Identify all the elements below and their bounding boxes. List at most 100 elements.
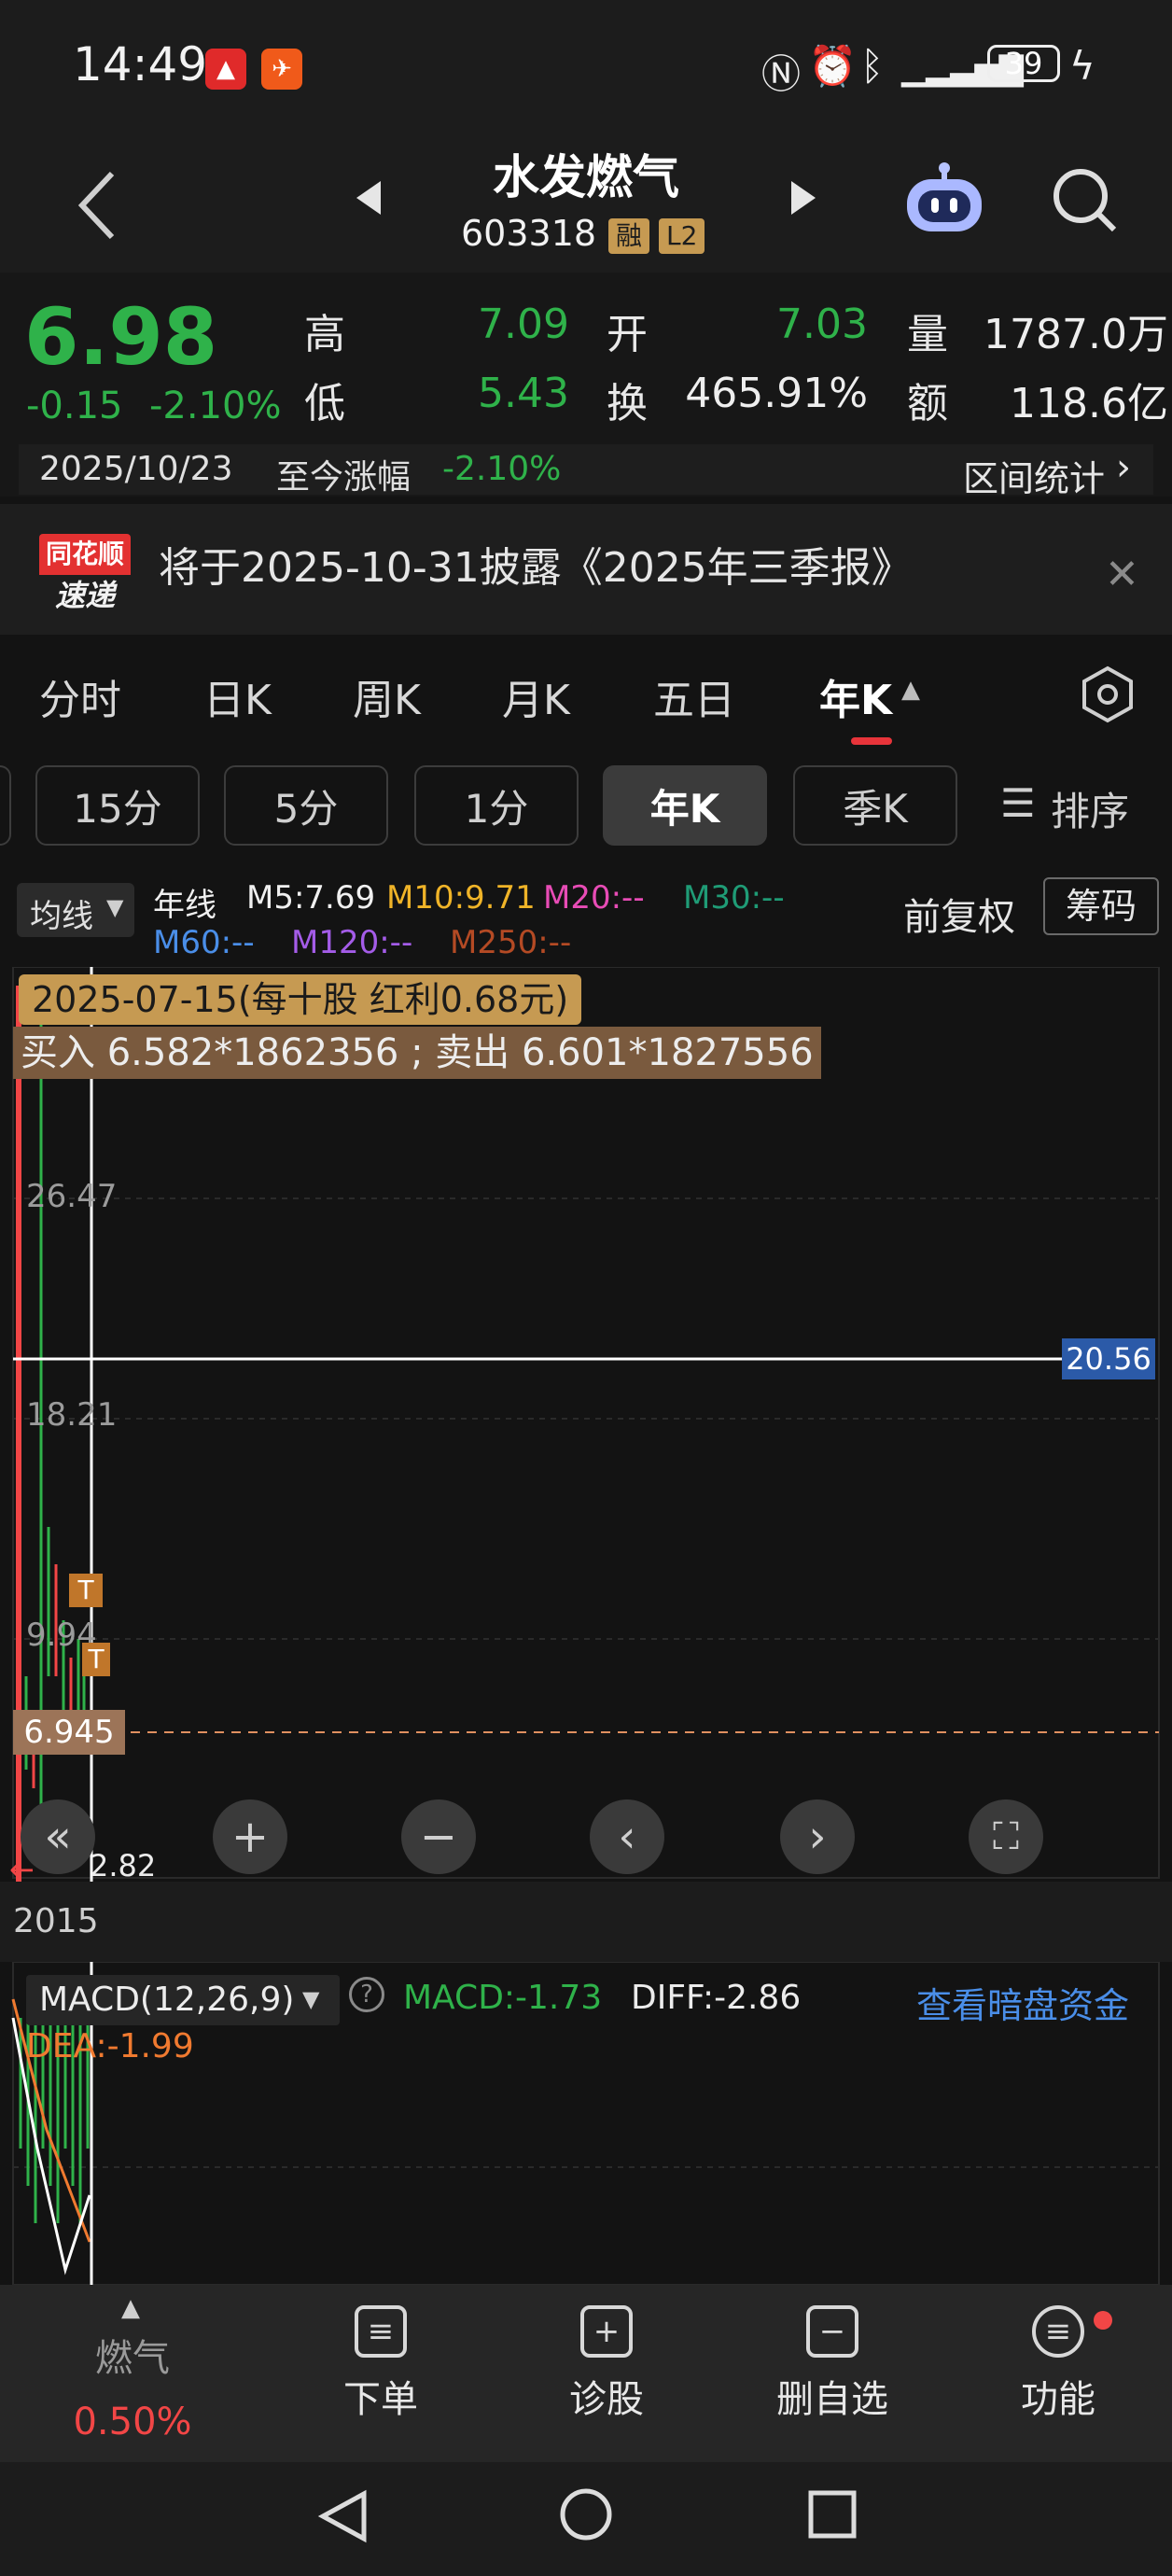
sort-icon: ☰ bbox=[1000, 780, 1036, 826]
nav-diagnose[interactable]: + 诊股 bbox=[513, 2305, 700, 2423]
chevron-left-icon[interactable]: ‹ bbox=[590, 1799, 664, 1874]
diagnose-icon: + bbox=[580, 2305, 633, 2358]
range-stats-button[interactable]: 区间统计 bbox=[963, 450, 1105, 501]
battery-icon: 39 bbox=[987, 45, 1060, 82]
menu-circle-icon: ≡ bbox=[1032, 2305, 1084, 2358]
ma-m5: M5:7.69 bbox=[246, 879, 376, 917]
help-icon[interactable]: ? bbox=[349, 1977, 384, 2012]
sub-tab-yearly[interactable]: 年K bbox=[603, 765, 767, 846]
tab-yearly[interactable]: 年K bbox=[819, 666, 892, 726]
ma-type: 年线 bbox=[153, 887, 216, 924]
amount-label: 额 bbox=[907, 380, 948, 427]
price-change-pct: -2.10% bbox=[149, 385, 282, 427]
nav-more-label: 功能 bbox=[1021, 2378, 1095, 2421]
current-price: 6.98 bbox=[24, 291, 218, 383]
amount-value: 118.6亿 bbox=[1010, 380, 1168, 427]
system-back-icon[interactable] bbox=[317, 2488, 370, 2544]
app-notification-icon-2: ✈ bbox=[261, 49, 302, 90]
open-label: 开 bbox=[607, 311, 648, 358]
t-marker: T bbox=[69, 1574, 103, 1607]
tab-daily[interactable]: 日K bbox=[203, 666, 272, 726]
min-price-label: 2.82 bbox=[90, 1848, 157, 1883]
tab-monthly[interactable]: 月K bbox=[502, 666, 570, 726]
low-label: 低 bbox=[304, 380, 345, 427]
low-value: 5.43 bbox=[478, 370, 569, 417]
order-icon: ≡ bbox=[355, 2305, 407, 2358]
robot-assistant-icon[interactable] bbox=[901, 161, 987, 235]
macd-value: MACD:-1.73 bbox=[403, 1979, 603, 2017]
chips-button[interactable]: 筹码 bbox=[1043, 877, 1159, 935]
since-value: -2.10% bbox=[442, 450, 562, 488]
system-recents-icon[interactable] bbox=[806, 2488, 858, 2541]
close-icon[interactable]: ✕ bbox=[1105, 551, 1139, 598]
diff-value: DIFF:-2.86 bbox=[631, 1979, 802, 2017]
trade-annotation: 买入 6.582*1862356 ; 卖出 6.601*1827556 bbox=[13, 1027, 821, 1079]
ma-m120: M120:-- bbox=[291, 924, 413, 961]
sub-tab-quarterly[interactable]: 季K bbox=[793, 765, 957, 846]
dividend-annotation: 2025-07-15(每十股 红利0.68元) bbox=[19, 974, 582, 1025]
chevron-right-icon: › bbox=[1116, 446, 1131, 489]
dark-pool-link[interactable]: 查看暗盘资金 bbox=[916, 1977, 1129, 2028]
sub-tab-1min[interactable]: 1分 bbox=[414, 765, 579, 846]
high-value: 7.09 bbox=[478, 301, 569, 348]
next-stock-icon[interactable] bbox=[789, 179, 817, 217]
adjust-mode-button[interactable]: 前复权 bbox=[903, 887, 1015, 941]
dea-value: DEA:-1.99 bbox=[26, 2027, 194, 2065]
tab-five-day[interactable]: 五日 bbox=[653, 666, 735, 726]
logo-top-text: 同花顺 bbox=[39, 534, 131, 575]
nav-sector[interactable]: 燃气 0.50% bbox=[39, 2328, 226, 2443]
ma-m250: M250:-- bbox=[450, 924, 572, 961]
announcement-text: 将于2025-10-31披露《2025年三季报》 bbox=[159, 544, 913, 592]
t-marker-2: T bbox=[82, 1643, 110, 1676]
kline-svg bbox=[12, 966, 1160, 1882]
kline-chart[interactable] bbox=[0, 966, 1172, 1882]
since-label: 至今涨幅 bbox=[276, 458, 412, 497]
high-label: 高 bbox=[304, 311, 345, 358]
minus-box-icon: − bbox=[806, 2305, 858, 2358]
chevron-down-icon-2: ▼ bbox=[302, 1986, 320, 2012]
ma-mode-dropdown[interactable]: 均线 ▼ bbox=[17, 883, 134, 937]
y-tick-1: 26.47 bbox=[26, 1178, 118, 1215]
logo-bottom-text: 速递 bbox=[54, 578, 115, 613]
settings-hex-icon[interactable] bbox=[1081, 665, 1135, 724]
caret-up-icon-2: ▲ bbox=[121, 2294, 140, 2322]
status-time: 14:49 bbox=[73, 37, 208, 91]
sub-tab-5min[interactable]: 5分 bbox=[224, 765, 388, 846]
tab-timeshare[interactable]: 分时 bbox=[39, 666, 121, 726]
price-change: -0.15 bbox=[26, 385, 123, 427]
bluetooth-icon: ᛒ bbox=[860, 43, 885, 89]
nav-order[interactable]: ≡ 下单 bbox=[287, 2305, 474, 2423]
margin-tag: 融 bbox=[608, 218, 650, 254]
search-icon[interactable] bbox=[1049, 164, 1120, 235]
macd-dropdown[interactable]: MACD(12,26,9) ▼ bbox=[26, 1975, 340, 2025]
sort-button[interactable]: 排序 bbox=[1051, 780, 1129, 837]
zoom-out-icon[interactable]: − bbox=[401, 1799, 476, 1874]
macd-name: MACD(12,26,9) bbox=[39, 1981, 295, 2019]
nav-remove-watchlist[interactable]: − 删自选 bbox=[739, 2305, 926, 2423]
time-axis bbox=[0, 1882, 1172, 1962]
nav-sector-label: 燃气 bbox=[95, 2337, 170, 2380]
chevron-down-icon: ▼ bbox=[106, 894, 124, 920]
open-value: 7.03 bbox=[776, 301, 868, 348]
system-home-icon[interactable] bbox=[558, 2486, 614, 2542]
ma-m30: M30:-- bbox=[683, 879, 785, 917]
nav-more[interactable]: ≡ 功能 bbox=[965, 2305, 1151, 2423]
ma-m20: M20:-- bbox=[543, 879, 645, 917]
volume-label: 量 bbox=[907, 311, 948, 358]
y-tick-2: 18.21 bbox=[26, 1396, 118, 1434]
stock-code: 603318 bbox=[461, 213, 597, 254]
ma-m60: M60:-- bbox=[153, 924, 255, 961]
chevron-right-ctrl-icon[interactable]: › bbox=[780, 1799, 855, 1874]
sub-tab-15min[interactable]: 15分 bbox=[35, 765, 200, 846]
fullscreen-icon[interactable]: ⛶ bbox=[969, 1799, 1043, 1874]
ths-news-logo: 同花顺 速递 bbox=[39, 534, 131, 616]
fast-back-icon[interactable]: « bbox=[21, 1799, 95, 1874]
active-tab-indicator bbox=[851, 737, 892, 745]
nfc-icon: Ⓝ bbox=[761, 51, 802, 97]
sub-tab-edge bbox=[0, 765, 11, 846]
zoom-in-icon[interactable]: + bbox=[213, 1799, 287, 1874]
current-price-tag: 6.945 bbox=[13, 1710, 125, 1755]
crosshair-value-tag: 20.56 bbox=[1062, 1338, 1155, 1379]
tab-weekly[interactable]: 周K bbox=[353, 666, 421, 726]
ma-m10: M10:9.71 bbox=[386, 879, 536, 917]
